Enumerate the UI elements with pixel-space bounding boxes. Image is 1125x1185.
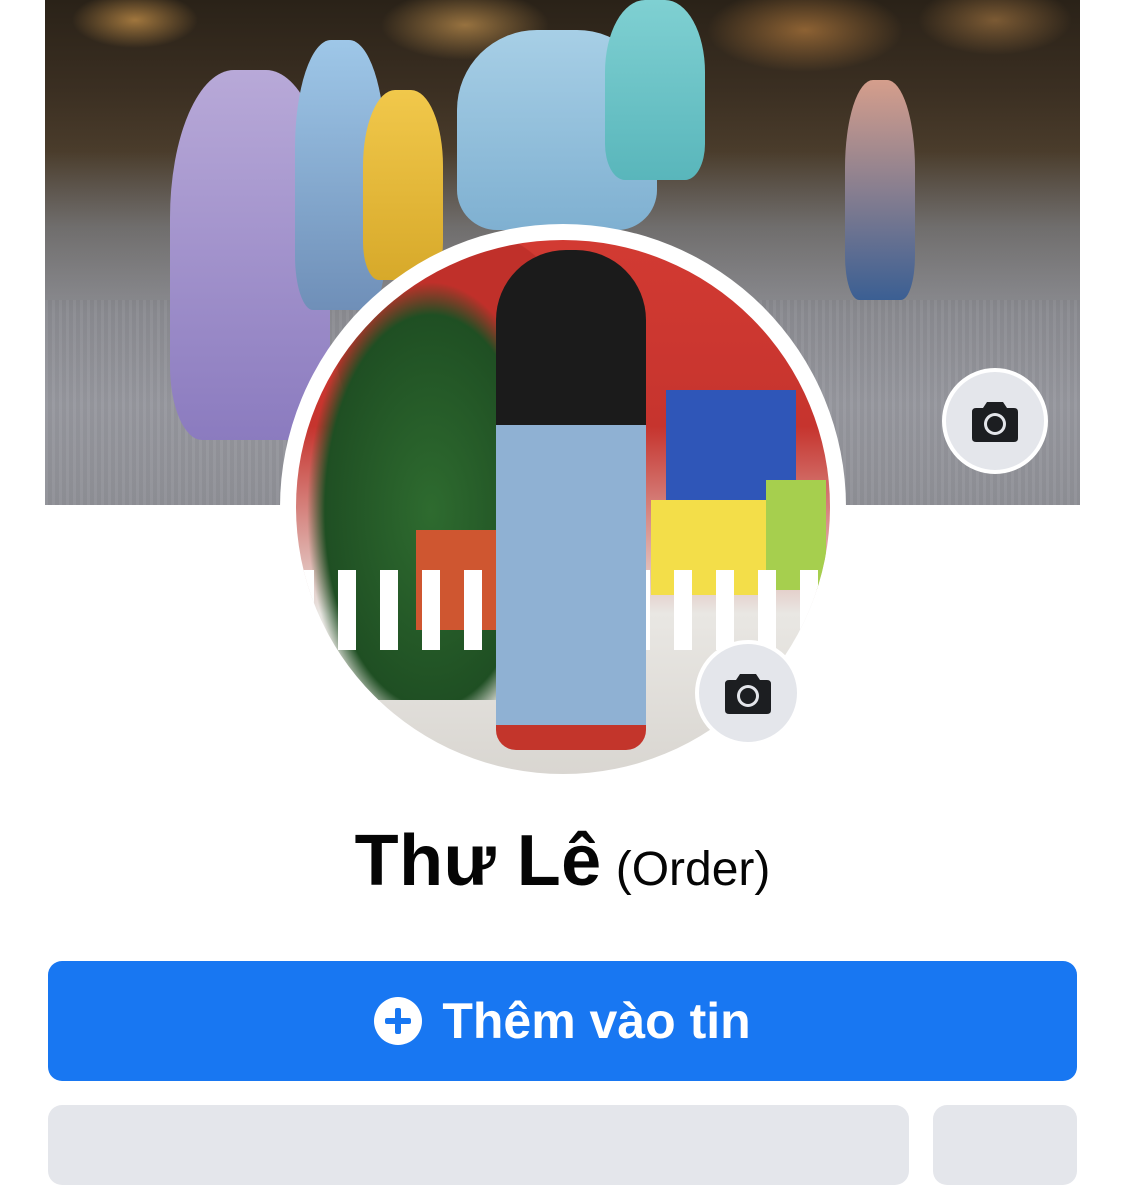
edit-profile-button[interactable] xyxy=(48,1105,909,1185)
cover-person-boy xyxy=(363,90,443,280)
cover-person-kid-walking xyxy=(845,80,915,300)
edit-cover-photo-button[interactable] xyxy=(942,368,1048,474)
camera-icon xyxy=(725,674,771,714)
plus-circle-icon xyxy=(374,997,423,1045)
profile-name-suffix: (Order) xyxy=(615,843,771,896)
avatar-woman-holding-baby xyxy=(496,250,646,750)
more-options-button[interactable] xyxy=(933,1105,1077,1185)
edit-avatar-button[interactable] xyxy=(695,640,801,746)
add-to-story-label: Thêm vào tin xyxy=(442,993,751,1049)
cover-person-child xyxy=(605,0,705,180)
profile-name: Thư Lê xyxy=(354,821,602,901)
profile-name-row: Thư Lê (Order) xyxy=(0,820,1125,902)
camera-icon xyxy=(972,402,1018,442)
add-to-story-button[interactable]: Thêm vào tin xyxy=(48,961,1077,1081)
